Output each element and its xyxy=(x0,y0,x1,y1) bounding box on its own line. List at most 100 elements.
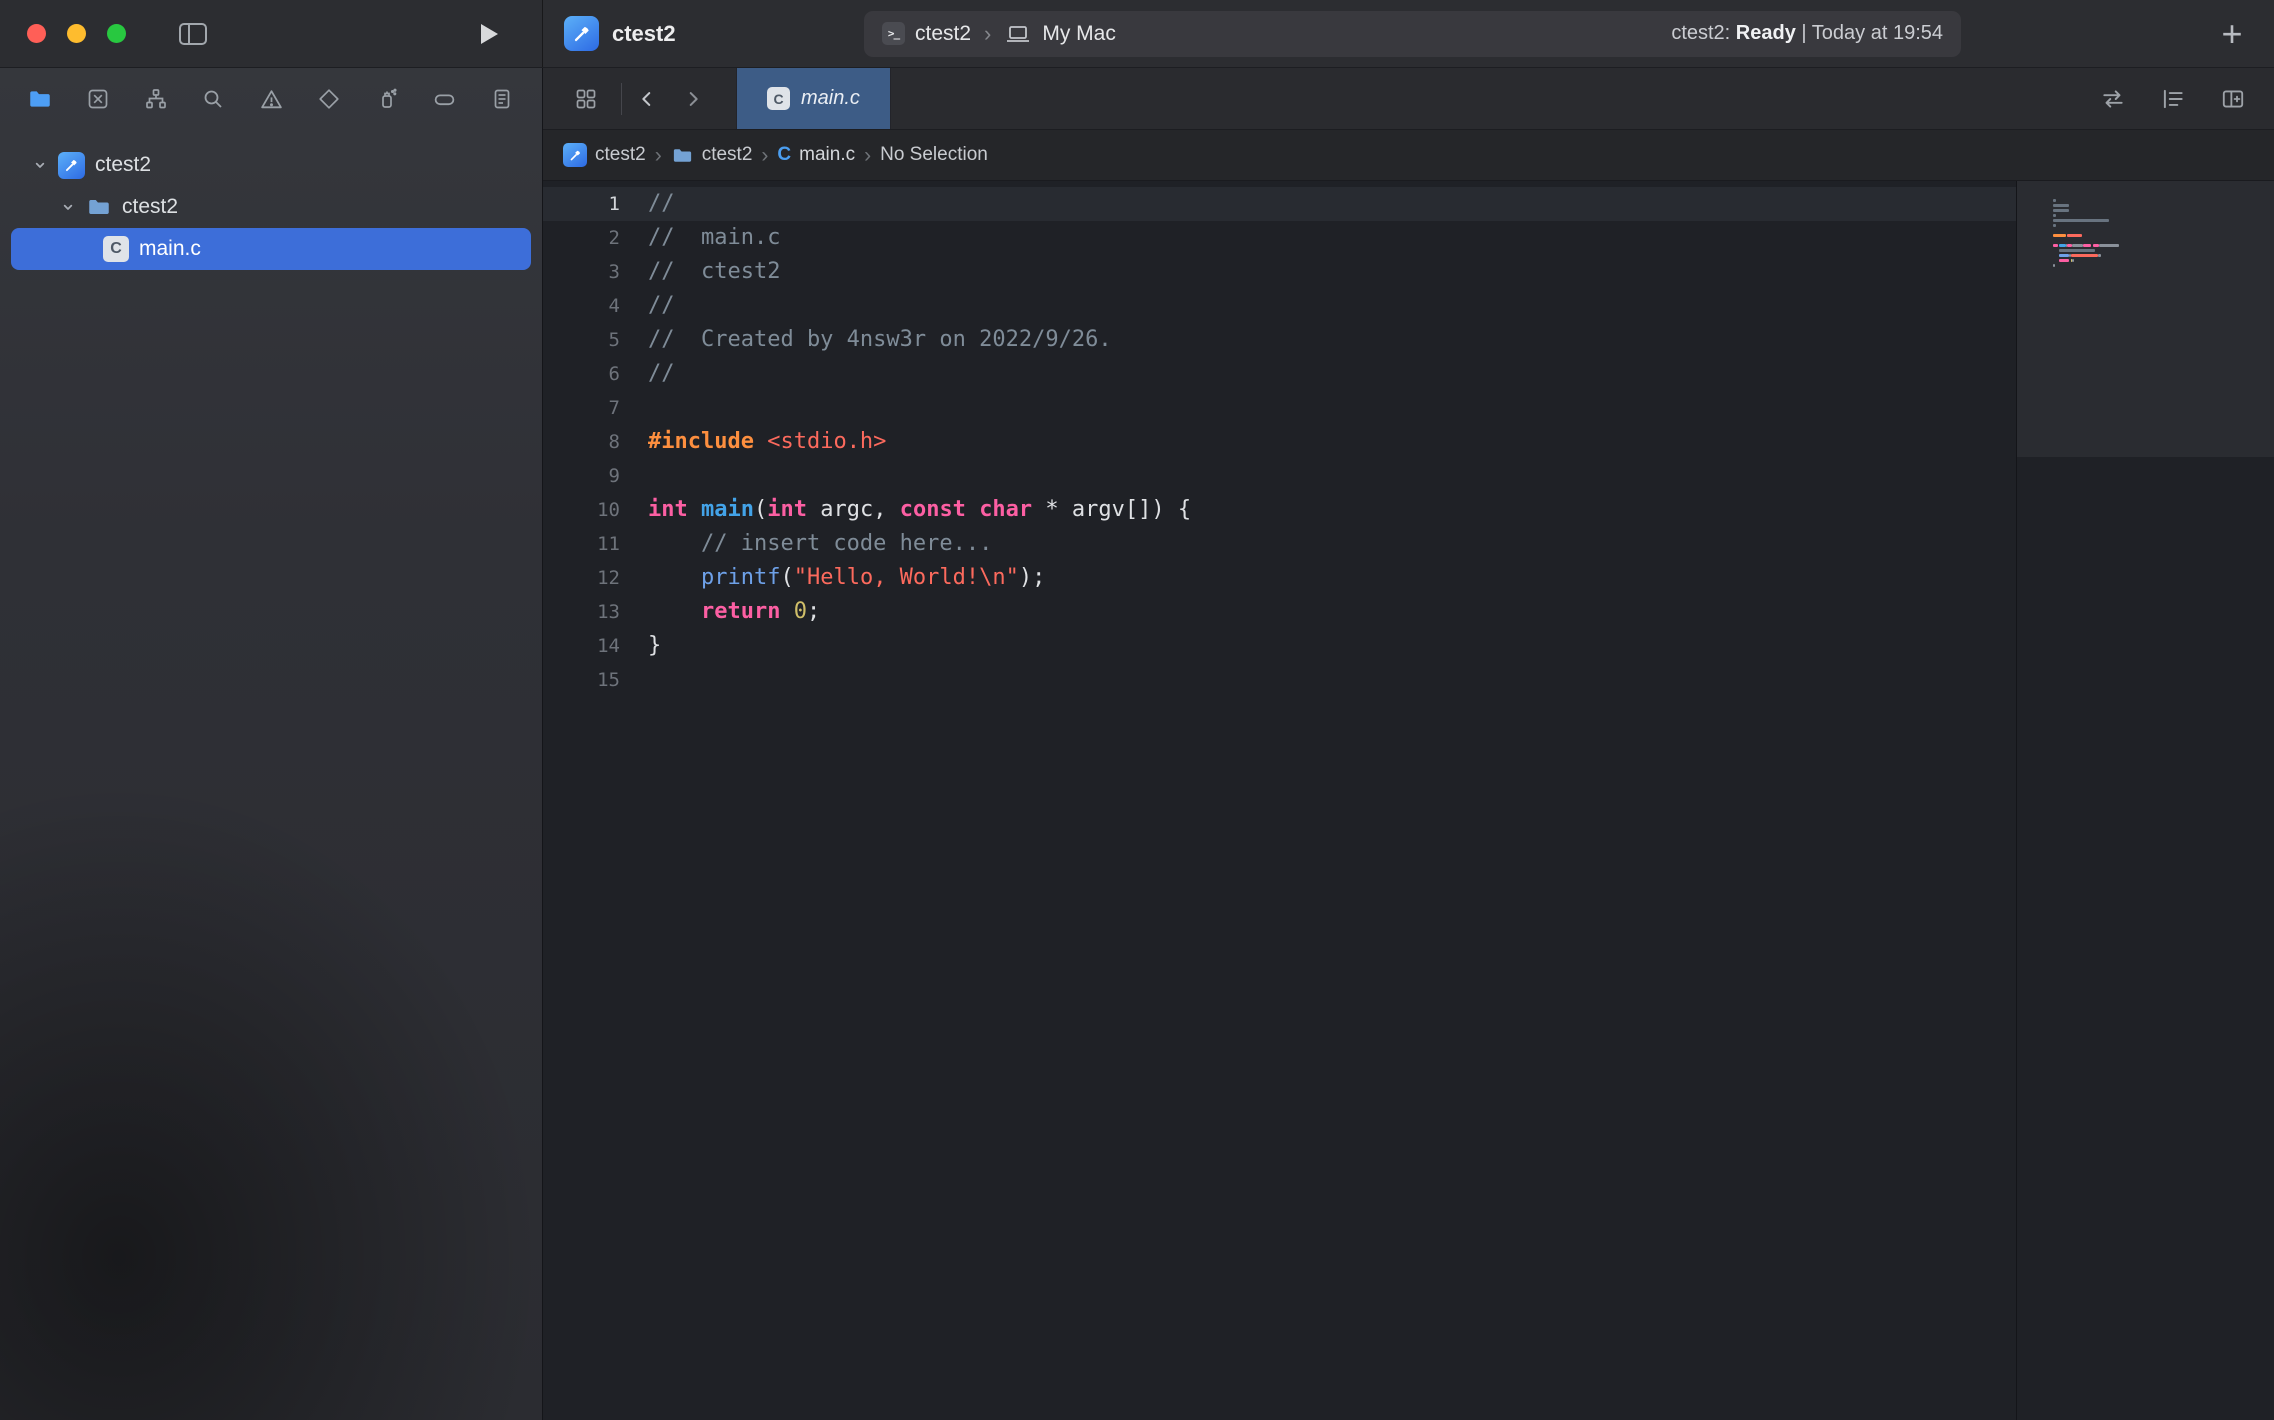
navigator-tab-tests-icon[interactable] xyxy=(313,83,345,115)
code-text[interactable]: // xyxy=(648,357,675,391)
code-token[interactable]: main xyxy=(701,497,754,522)
code-token[interactable]: ); xyxy=(1019,565,1046,590)
code-token[interactable]: int xyxy=(648,497,688,522)
code-text[interactable]: // xyxy=(648,289,675,323)
line-number[interactable]: 10 xyxy=(543,493,620,527)
go-back-icon[interactable] xyxy=(632,84,662,114)
code-text[interactable]: int main(int argc, const char * argv[]) … xyxy=(648,493,1191,527)
line-number[interactable]: 12 xyxy=(543,561,620,595)
code-text[interactable]: // insert code here... xyxy=(648,527,992,561)
code-line[interactable]: 10int main(int argc, const char * argv[]… xyxy=(543,493,2016,527)
code-text[interactable]: // Created by 4nsw3r on 2022/9/26. xyxy=(648,323,1112,357)
code-token[interactable]: int xyxy=(767,497,807,522)
code-line[interactable]: 5 // Created by 4nsw3r on 2022/9/26. xyxy=(543,323,2016,357)
line-number[interactable]: 15 xyxy=(543,663,620,697)
add-editor-icon[interactable] xyxy=(2218,84,2248,114)
disclosure-chevron-icon[interactable] xyxy=(58,199,78,215)
jumpbar-segment-file[interactable]: main.c xyxy=(777,144,855,166)
code-token[interactable]: } xyxy=(648,633,661,658)
zoom-window-button[interactable] xyxy=(107,24,126,43)
code-line[interactable]: 14} xyxy=(543,629,2016,663)
code-token[interactable]: "Hello, World!\n" xyxy=(794,565,1019,590)
tab-main-c[interactable]: main.c xyxy=(736,68,891,129)
code-text[interactable]: // ctest2 xyxy=(648,255,780,289)
code-line[interactable]: 13 return 0; xyxy=(543,595,2016,629)
navigator-tab-find-icon[interactable] xyxy=(197,83,229,115)
code-line[interactable]: 9 xyxy=(543,459,2016,493)
code-text[interactable]: return 0; xyxy=(648,595,820,629)
code-token[interactable]: ; xyxy=(807,599,820,624)
code-line[interactable]: 12 printf("Hello, World!\n"); xyxy=(543,561,2016,595)
minimap[interactable] xyxy=(2016,181,2274,1420)
line-number[interactable]: 3 xyxy=(543,255,620,289)
code-token[interactable]: argc, xyxy=(807,497,900,522)
code-line[interactable]: 1 // xyxy=(543,187,2016,221)
code-text[interactable]: // main.c xyxy=(648,221,780,255)
code-token[interactable] xyxy=(648,599,701,624)
code-token[interactable]: char xyxy=(979,497,1032,522)
code-token[interactable]: // xyxy=(648,361,675,386)
code-token[interactable]: * argv[]) { xyxy=(1032,497,1191,522)
code-line[interactable]: 8#include <stdio.h> xyxy=(543,425,2016,459)
code-line[interactable]: 6 // xyxy=(543,357,2016,391)
navigator-tab-debug-icon[interactable] xyxy=(371,83,403,115)
code-line[interactable]: 7 xyxy=(543,391,2016,425)
code-token[interactable]: 0 xyxy=(794,599,807,624)
tree-item-project[interactable]: ctest2 xyxy=(11,144,531,186)
navigator-tab-breakpoints-icon[interactable] xyxy=(428,83,460,115)
line-number[interactable]: 6 xyxy=(543,357,620,391)
code-token[interactable]: printf xyxy=(701,565,780,590)
code-text[interactable]: #include <stdio.h> xyxy=(648,425,886,459)
code-line[interactable]: 15 xyxy=(543,663,2016,697)
line-number[interactable]: 1 xyxy=(543,187,620,221)
navigator-tab-symbols-icon[interactable] xyxy=(140,83,172,115)
code-token[interactable] xyxy=(688,497,701,522)
close-window-button[interactable] xyxy=(27,24,46,43)
new-tab-button[interactable] xyxy=(2211,14,2253,54)
jumpbar-segment-project[interactable]: ctest2 xyxy=(563,143,646,167)
disclosure-chevron-icon[interactable] xyxy=(30,157,50,173)
line-number[interactable]: 11 xyxy=(543,527,620,561)
navigator-tab-reports-icon[interactable] xyxy=(486,83,518,115)
tree-item-group[interactable]: ctest2 xyxy=(11,186,531,228)
code-token[interactable]: ( xyxy=(754,497,767,522)
code-token[interactable]: <stdio.h> xyxy=(767,429,886,454)
navigator-tab-project-icon[interactable] xyxy=(24,83,56,115)
tree-item-file-selected[interactable]: main.c xyxy=(11,228,531,270)
minimize-window-button[interactable] xyxy=(67,24,86,43)
code-text[interactable]: printf("Hello, World!\n"); xyxy=(648,561,1045,595)
code-token[interactable]: #include xyxy=(648,429,754,454)
go-forward-icon[interactable] xyxy=(678,84,708,114)
code-text[interactable]: // xyxy=(648,187,675,221)
code-token[interactable] xyxy=(966,497,979,522)
run-button[interactable] xyxy=(474,19,504,49)
code-line[interactable]: 2// main.c xyxy=(543,221,2016,255)
scheme-name[interactable]: ctest2 xyxy=(915,22,971,46)
code-line[interactable]: 4 // xyxy=(543,289,2016,323)
adjust-editor-icon[interactable] xyxy=(2098,84,2128,114)
jumpbar-segment-selection[interactable]: No Selection xyxy=(880,144,988,166)
code-token[interactable]: ( xyxy=(780,565,793,590)
navigator-tab-issues-icon[interactable] xyxy=(255,83,287,115)
related-items-icon[interactable] xyxy=(571,84,601,114)
code-review-icon[interactable] xyxy=(2158,84,2188,114)
code-line[interactable]: 11 // insert code here... xyxy=(543,527,2016,561)
code-line[interactable]: 3 // ctest2 xyxy=(543,255,2016,289)
code-token[interactable]: // Created by 4nsw3r on 2022/9/26. xyxy=(648,327,1112,352)
code-token[interactable]: // insert code here... xyxy=(701,531,992,556)
code-token[interactable]: // xyxy=(648,293,675,318)
code-token[interactable]: // ctest2 xyxy=(648,259,780,284)
line-number[interactable]: 7 xyxy=(543,391,620,425)
line-number[interactable]: 9 xyxy=(543,459,620,493)
scheme-destination[interactable]: My Mac xyxy=(1042,22,1116,46)
line-number[interactable]: 5 xyxy=(543,323,620,357)
code-token[interactable] xyxy=(648,531,701,556)
code-token[interactable]: // main.c xyxy=(648,225,780,250)
source-editor[interactable]: 1 // 2// main.c3 // ctest2 4 // 5 // Created by… xyxy=(543,181,2016,1420)
scheme-selector[interactable]: ctest2 My Mac xyxy=(882,22,1116,46)
code-text[interactable]: } xyxy=(648,629,661,663)
line-number[interactable]: 4 xyxy=(543,289,620,323)
code-token[interactable] xyxy=(648,565,701,590)
code-token[interactable]: const xyxy=(900,497,966,522)
code-token[interactable]: // xyxy=(648,191,675,216)
